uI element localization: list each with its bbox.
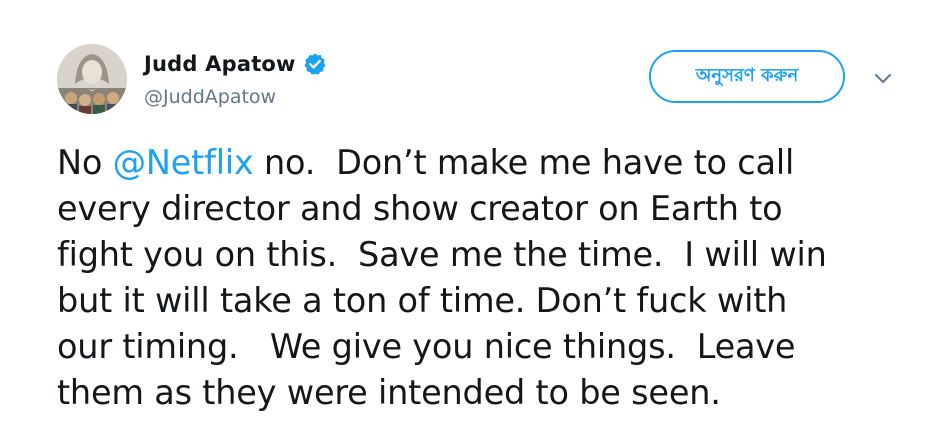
tweet-text-segment: no. Don’t make me have to call <box>253 143 795 182</box>
display-name[interactable]: Judd Apatow <box>144 52 296 76</box>
avatar[interactable] <box>57 44 127 114</box>
verified-badge-icon <box>303 52 327 76</box>
user-info: Judd Apatow @JuddApatow <box>144 50 327 108</box>
tweet-line: but it will take a ton of time. Don’t fu… <box>57 281 788 320</box>
tweet-line: them as they were intended to be seen. <box>57 373 721 412</box>
tweet-line: fight you on this. Save me the time. I w… <box>57 235 827 274</box>
tweet-line: No @Netflix no. Don’t make me have to ca… <box>57 140 937 186</box>
tweet: Judd Apatow @JuddApatow অনুসরণ করুন No @… <box>0 0 952 448</box>
name-row: Judd Apatow <box>144 50 327 78</box>
tweet-text: No @Netflix no. Don’t make me have to ca… <box>57 140 937 416</box>
mention-link[interactable]: @Netflix <box>113 143 254 182</box>
tweet-line: our timing. We give you nice things. Lea… <box>57 327 796 366</box>
chevron-down-icon[interactable] <box>873 71 893 85</box>
tweet-line: every director and show creator on Earth… <box>57 189 783 228</box>
follow-button[interactable]: অনুসরণ করুন <box>649 50 845 103</box>
avatar-image <box>57 44 127 114</box>
user-handle[interactable]: @JuddApatow <box>144 86 327 108</box>
tweet-text-segment: No <box>57 143 113 182</box>
